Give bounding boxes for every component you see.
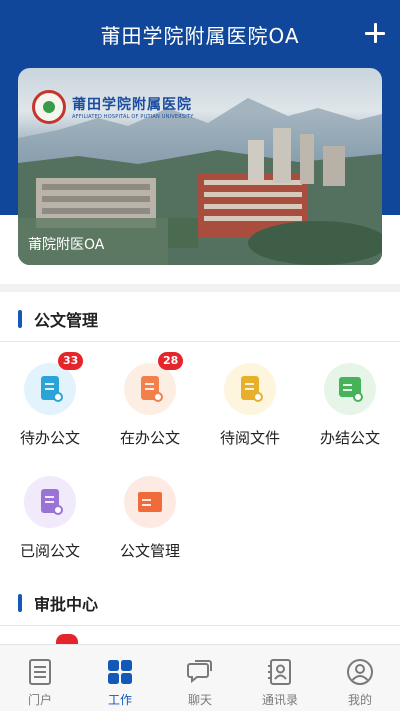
tab-profile[interactable]: 我的 bbox=[320, 645, 400, 711]
work-grid-icon bbox=[108, 660, 132, 684]
contacts-icon bbox=[268, 659, 291, 685]
grid-item-processing-docs[interactable]: 28 在办公文 bbox=[100, 352, 200, 463]
section-approval-title: 审批中心 bbox=[34, 595, 99, 614]
section-divider bbox=[0, 341, 400, 342]
archive-box-icon bbox=[124, 476, 176, 528]
grid-item-label: 在办公文 bbox=[119, 429, 180, 447]
tab-label: 门户 bbox=[27, 693, 52, 707]
pending-doc-icon bbox=[24, 363, 76, 415]
grid-item-read-docs[interactable]: 已阅公文 bbox=[0, 476, 100, 576]
grid-item-label: 已阅公文 bbox=[19, 542, 80, 560]
section-documents-header: 公文管理 bbox=[18, 308, 98, 330]
tab-label: 聊天 bbox=[187, 693, 212, 707]
tab-contacts[interactable]: 通讯录 bbox=[240, 645, 320, 711]
section-documents-title: 公文管理 bbox=[34, 311, 99, 330]
section-accent-bar bbox=[18, 594, 22, 612]
grid-item-label: 公文管理 bbox=[119, 542, 180, 560]
grid-item-label: 待阅文件 bbox=[219, 429, 280, 447]
section-approval-header: 审批中心 bbox=[18, 592, 98, 614]
hospital-logo bbox=[32, 90, 66, 124]
tab-chat[interactable]: 聊天 bbox=[160, 645, 240, 711]
tab-portal[interactable]: 门户 bbox=[0, 645, 80, 711]
tab-work[interactable]: 工作 bbox=[80, 645, 160, 711]
page-title: 莆田学院附属医院OA bbox=[100, 24, 300, 48]
grid-item-to-read-docs[interactable]: 待阅文件 bbox=[200, 363, 300, 463]
chat-icon bbox=[187, 660, 212, 684]
processing-count-badge: 28 bbox=[158, 352, 184, 370]
portal-icon bbox=[29, 659, 51, 685]
banner-hospital-name-en: AFFILIATED HOSPITAL OF PUTIAN UNIVERSITY bbox=[72, 114, 194, 120]
grid-item-label: 办结公文 bbox=[319, 429, 380, 447]
section-spacer bbox=[0, 284, 400, 292]
grid-item-label: 待办公文 bbox=[19, 429, 80, 447]
bottom-tab-bar: 门户 工作 聊天 通讯录 我的 bbox=[0, 644, 400, 711]
banner-caption: 莆院附医OA bbox=[28, 237, 105, 253]
banner-hospital-name: 莆田学院附属医院 bbox=[72, 97, 192, 113]
grid-item-doc-management[interactable]: 公文管理 bbox=[100, 476, 200, 576]
tab-label: 我的 bbox=[347, 693, 372, 707]
profile-icon bbox=[347, 659, 373, 685]
section-accent-bar bbox=[18, 310, 22, 328]
processing-doc-icon bbox=[124, 363, 176, 415]
completed-doc-icon bbox=[324, 363, 376, 415]
read-doc-icon bbox=[24, 476, 76, 528]
hospital-banner[interactable]: 莆田学院附属医院 AFFILIATED HOSPITAL OF PUTIAN U… bbox=[18, 68, 382, 265]
grid-item-pending-docs[interactable]: 33 待办公文 bbox=[0, 352, 100, 463]
tab-label: 通讯录 bbox=[261, 693, 298, 707]
grid-item-completed-docs[interactable]: 办结公文 bbox=[300, 363, 400, 463]
plus-icon[interactable] bbox=[362, 20, 388, 46]
tab-label: 工作 bbox=[107, 693, 132, 707]
section-divider bbox=[0, 625, 400, 626]
pending-count-badge: 33 bbox=[58, 352, 84, 370]
to-read-doc-icon bbox=[224, 363, 276, 415]
